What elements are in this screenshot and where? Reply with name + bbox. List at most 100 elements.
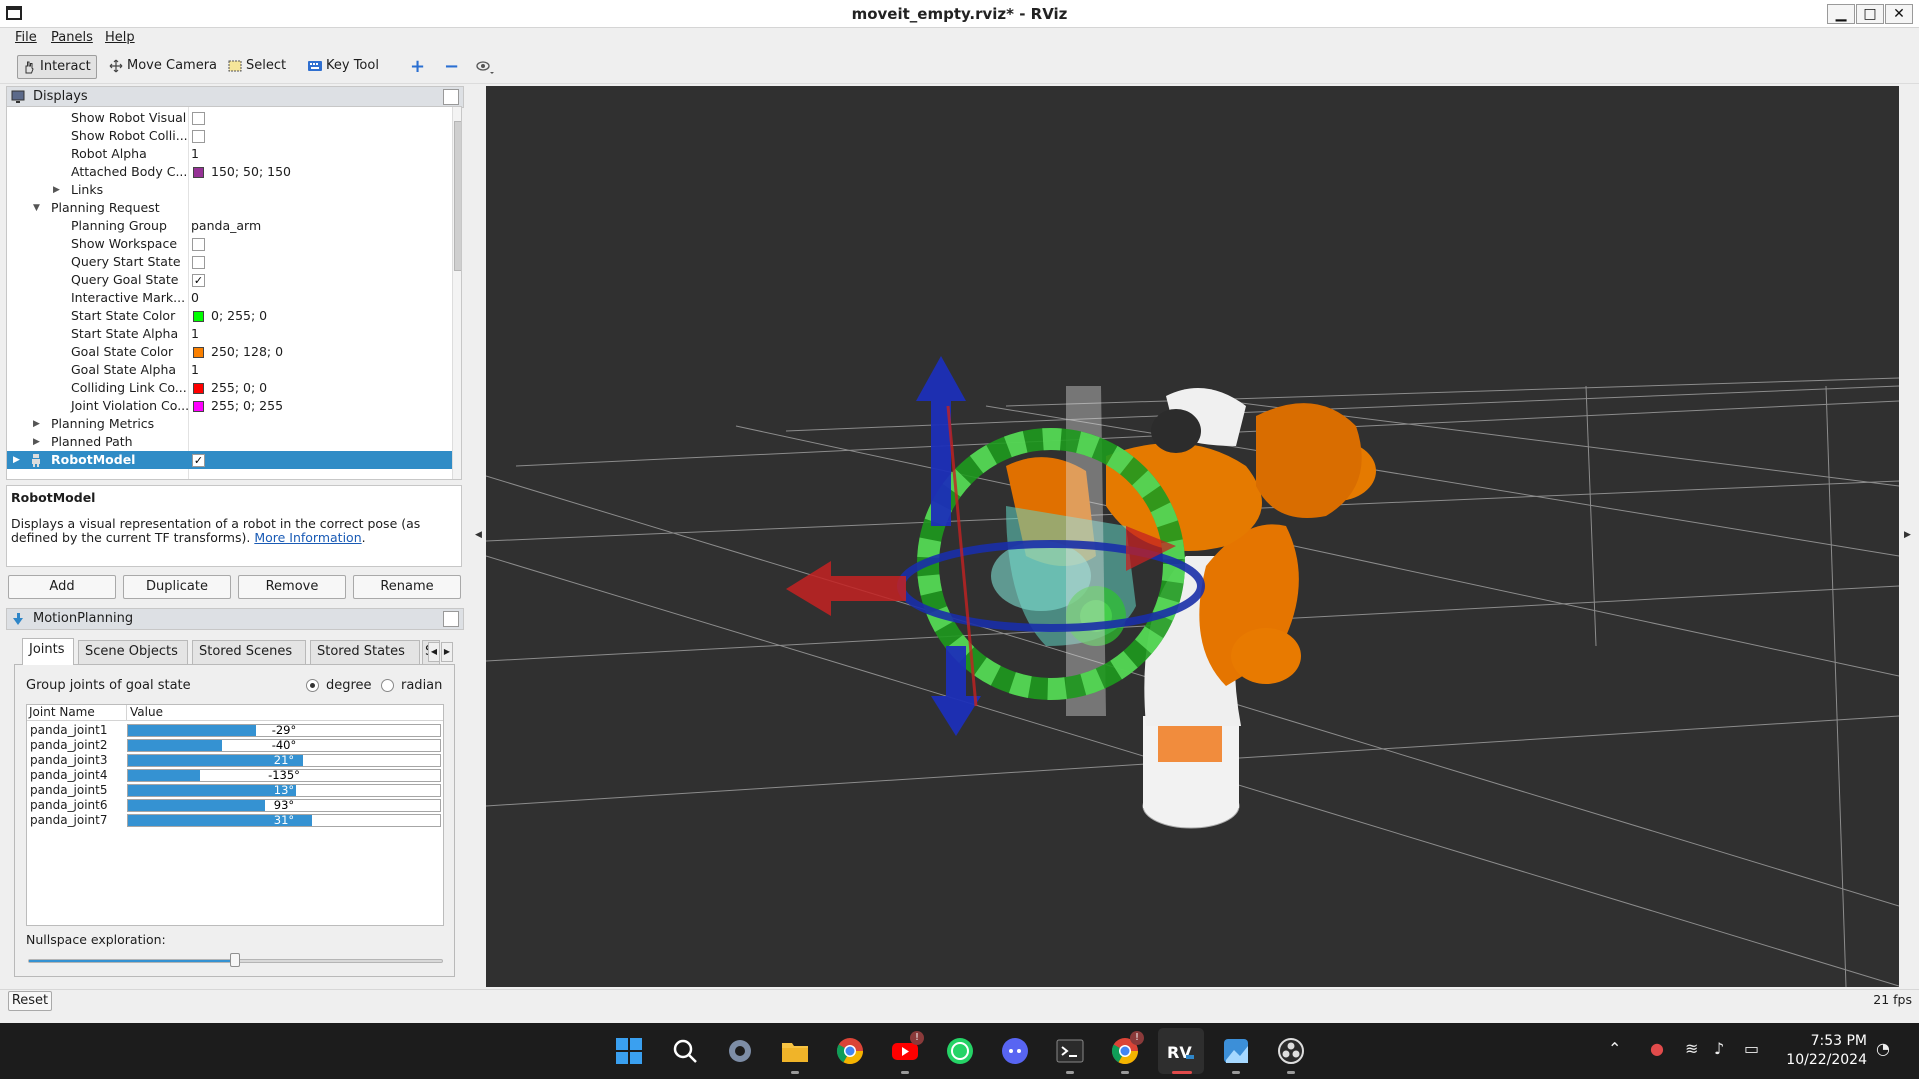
add-tool-button[interactable]: + (410, 56, 425, 77)
rename-display-button[interactable]: Rename (353, 575, 461, 599)
tree-row-joint-violation-color[interactable]: Joint Violation Co... 255; 0; 255 (7, 397, 452, 415)
tree-row-value[interactable]: 255; 0; 255 (211, 397, 283, 415)
more-information-link[interactable]: More Information (254, 530, 361, 545)
joint-value-slider[interactable]: -135° (127, 769, 441, 782)
tree-row-value[interactable]: 0; 255; 0 (211, 307, 267, 325)
joint-row[interactable]: panda_joint6 93° (27, 798, 443, 813)
joint-row[interactable]: panda_joint2 -40° (27, 738, 443, 753)
collapse-arrow-icon[interactable]: ▼ (33, 199, 40, 217)
tree-row-planning-group[interactable]: Planning Group panda_arm (7, 217, 452, 235)
tree-row-planning-metrics[interactable]: ▶ Planning Metrics (7, 415, 452, 433)
menu-file[interactable]: File (15, 30, 37, 45)
motion-planning-float-button[interactable] (443, 611, 459, 627)
battery-icon[interactable]: ▭ (1744, 1039, 1759, 1058)
notifications-bell-icon[interactable]: ◔ (1876, 1039, 1890, 1058)
tree-row-value[interactable]: 1 (191, 325, 199, 343)
move-camera-tool-button[interactable]: Move Camera (105, 55, 223, 79)
whatsapp-icon[interactable] (945, 1036, 975, 1066)
color-swatch[interactable] (193, 167, 204, 178)
tree-row-attached-body-color[interactable]: Attached Body C... 150; 50; 150 (7, 163, 452, 181)
expand-arrow-icon[interactable]: ▶ (33, 415, 40, 433)
query-goal-state-checkbox[interactable]: ✓ (192, 274, 205, 287)
rviz-icon[interactable]: RV (1166, 1036, 1196, 1066)
joint-value-slider[interactable]: 31° (127, 814, 441, 827)
tab-scene-objects[interactable]: Scene Objects (78, 640, 188, 664)
tree-scrollbar[interactable] (452, 107, 461, 479)
tree-row-planning-request[interactable]: ▼ Planning Request (7, 199, 452, 217)
photos-icon[interactable] (1221, 1036, 1251, 1066)
joint-row[interactable]: panda_joint5 13° (27, 783, 443, 798)
tree-row-value[interactable]: 1 (191, 361, 199, 379)
tree-row-show-workspace[interactable]: Show Workspace (7, 235, 452, 253)
joint-value-slider[interactable]: -40° (127, 739, 441, 752)
minimize-button[interactable]: ▁ (1827, 4, 1855, 24)
tree-row-value[interactable]: panda_arm (191, 217, 261, 235)
menu-panels[interactable]: Panels (51, 30, 93, 45)
joint-row[interactable]: panda_joint3 21° (27, 753, 443, 768)
tree-row-value[interactable]: 250; 128; 0 (211, 343, 283, 361)
remove-display-button[interactable]: Remove (238, 575, 346, 599)
terminal-icon[interactable] (1055, 1036, 1085, 1066)
search-icon[interactable] (670, 1036, 700, 1066)
select-tool-button[interactable]: Select (224, 55, 292, 79)
volume-icon[interactable]: ♪ (1714, 1039, 1724, 1058)
settings-gear-icon[interactable] (725, 1036, 755, 1066)
joint-row[interactable]: panda_joint7 31° (27, 813, 443, 828)
tab-scroll-right-button[interactable]: ▶ (441, 642, 453, 662)
splitter-right-arrow-icon[interactable]: ▶ (1904, 530, 1911, 540)
tree-row-robot-alpha[interactable]: Robot Alpha 1 (7, 145, 452, 163)
joint-row[interactable]: panda_joint4 -135° (27, 768, 443, 783)
show-workspace-checkbox[interactable] (192, 238, 205, 251)
chrome-icon[interactable] (835, 1036, 865, 1066)
tree-scrollbar-thumb[interactable] (454, 121, 461, 271)
color-swatch[interactable] (193, 401, 204, 412)
view-eye-button[interactable] (476, 59, 494, 74)
tree-row-value[interactable]: 1 (191, 145, 199, 163)
taskbar-clock[interactable]: 7:53 PM 10/22/2024 (1786, 1032, 1867, 1070)
displays-panel-float-button[interactable] (443, 89, 459, 105)
tree-row-robot-model[interactable]: ▶ RobotModel ✓ (7, 451, 452, 469)
add-display-button[interactable]: Add (8, 575, 116, 599)
menu-help[interactable]: Help (105, 30, 135, 45)
joint-value-slider[interactable]: 13° (127, 784, 441, 797)
tab-stored-scenes[interactable]: Stored Scenes (192, 640, 306, 664)
splitter-left-arrow-icon[interactable]: ◀ (475, 530, 482, 540)
color-swatch[interactable] (193, 311, 204, 322)
joint-value-slider[interactable]: -29° (127, 724, 441, 737)
wifi-icon[interactable]: ≋ (1685, 1039, 1698, 1058)
tree-row-start-state-alpha[interactable]: Start State Alpha 1 (7, 325, 452, 343)
close-button[interactable]: ✕ (1885, 4, 1913, 24)
expand-arrow-icon[interactable]: ▶ (33, 433, 40, 451)
tree-row-value[interactable]: 255; 0; 0 (211, 379, 267, 397)
tree-row-colliding-link-color[interactable]: Colliding Link Co... 255; 0; 0 (7, 379, 452, 397)
tree-row-goal-state-color[interactable]: Goal State Color 250; 128; 0 (7, 343, 452, 361)
interact-tool-button[interactable]: Interact (17, 55, 97, 79)
query-start-state-checkbox[interactable] (192, 256, 205, 269)
tree-row-start-state-color[interactable]: Start State Color 0; 255; 0 (7, 307, 452, 325)
nullspace-slider-handle[interactable] (229, 953, 240, 967)
render-viewport-3d[interactable] (486, 86, 1899, 987)
tree-row-show-robot-visual[interactable]: Show Robot Visual (7, 109, 452, 127)
reset-button[interactable]: Reset (8, 991, 52, 1011)
tree-row-goal-state-alpha[interactable]: Goal State Alpha 1 (7, 361, 452, 379)
tree-row-interactive-marker[interactable]: Interactive Mark... 0 (7, 289, 452, 307)
discord-icon[interactable] (1000, 1036, 1030, 1066)
color-swatch[interactable] (193, 383, 204, 394)
maximize-button[interactable]: □ (1856, 4, 1884, 24)
key-tool-button[interactable]: Key Tool (304, 55, 385, 79)
tray-overflow-icon[interactable]: ⌃ (1608, 1039, 1621, 1058)
robot-model-checkbox[interactable]: ✓ (192, 454, 205, 467)
duplicate-display-button[interactable]: Duplicate (123, 575, 231, 599)
show-robot-collision-checkbox[interactable] (192, 130, 205, 143)
microphone-icon[interactable]: ● (1650, 1039, 1664, 1058)
expand-arrow-icon[interactable]: ▶ (13, 451, 20, 469)
expand-arrow-icon[interactable]: ▶ (53, 181, 60, 199)
tab-scroll-left-button[interactable]: ◀ (428, 642, 440, 662)
joint-row[interactable]: panda_joint1 -29° (27, 723, 443, 738)
tree-row-query-start-state[interactable]: Query Start State (7, 253, 452, 271)
degree-radio[interactable] (306, 679, 319, 692)
color-swatch[interactable] (193, 347, 204, 358)
tree-row-links[interactable]: ▶ Links (7, 181, 452, 199)
tree-row-query-goal-state[interactable]: Query Goal State ✓ (7, 271, 452, 289)
joint-value-slider[interactable]: 21° (127, 754, 441, 767)
